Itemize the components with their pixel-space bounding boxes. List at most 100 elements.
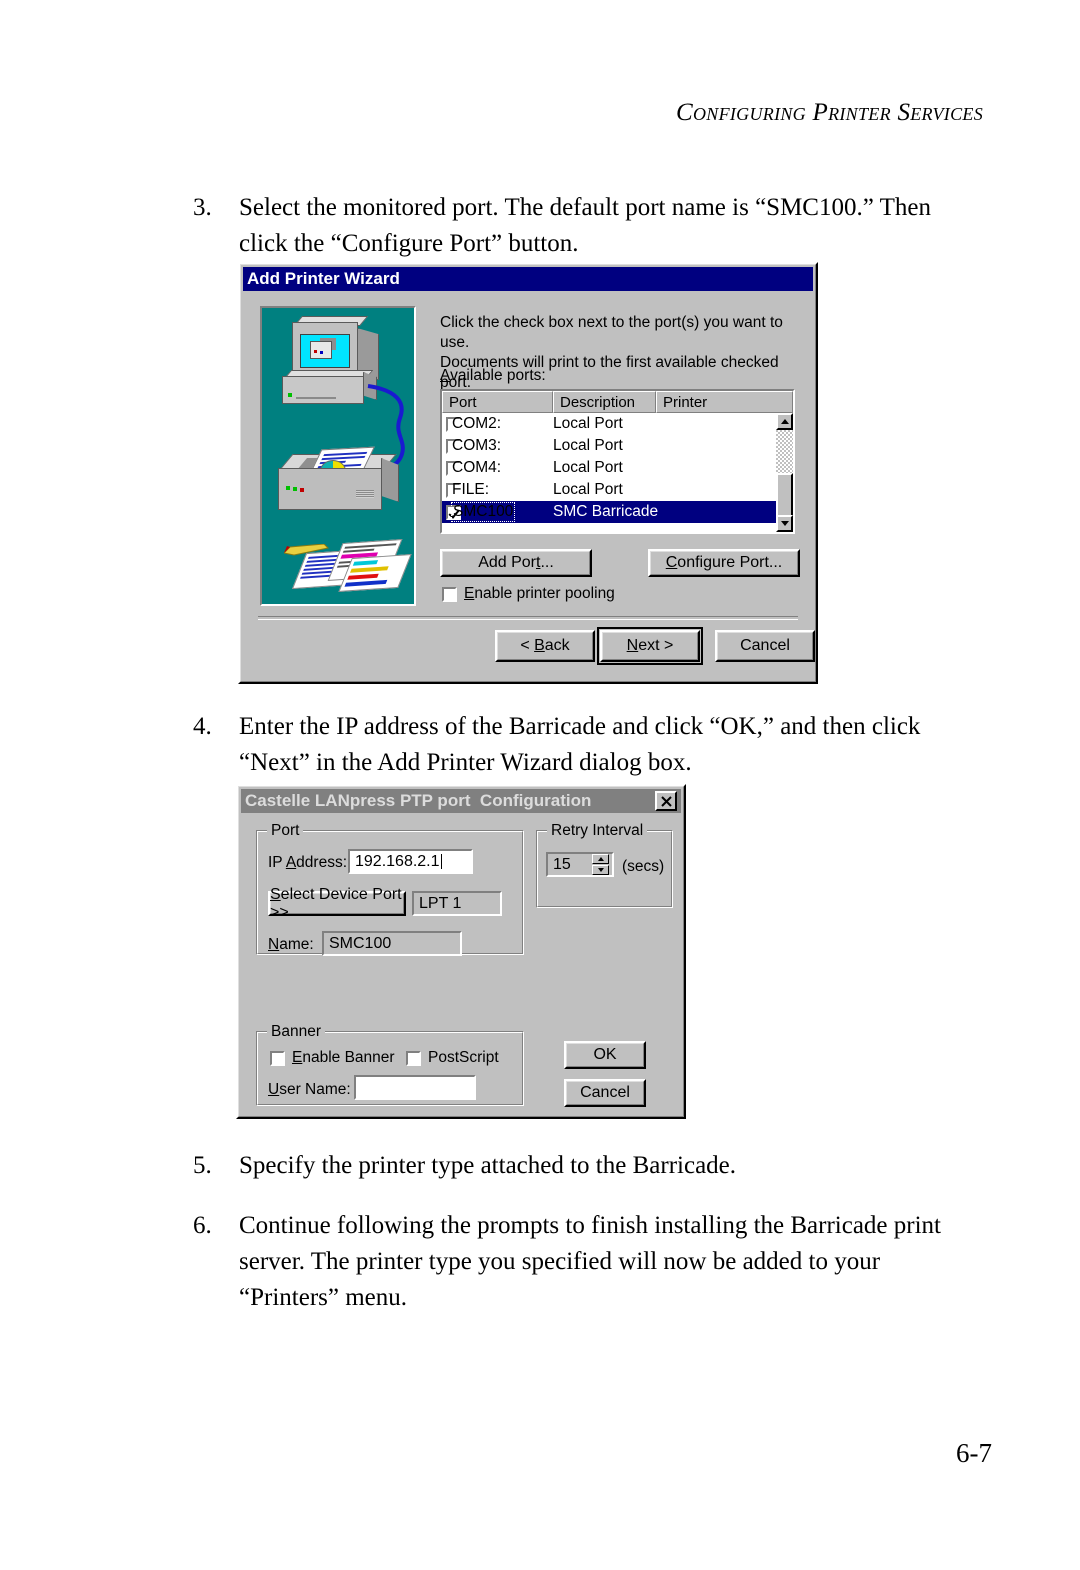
column-header-printer[interactable]: Printer xyxy=(656,391,793,413)
column-header-description[interactable]: Description xyxy=(553,391,656,413)
scroll-up-icon[interactable] xyxy=(776,413,793,430)
listbox-header: Port Description Printer xyxy=(442,391,793,413)
port-group-title: Port xyxy=(267,822,304,840)
back-button-label: < Back xyxy=(520,637,570,654)
row-port-cell: FILE: xyxy=(442,481,553,498)
ip-address-label: IP Address: xyxy=(268,854,348,871)
add-port-button[interactable]: Add Port... xyxy=(440,549,592,577)
table-row[interactable]: FILE: Local Port xyxy=(442,479,793,501)
printer-side-icon xyxy=(381,458,399,502)
device-port-field[interactable]: LPT 1 xyxy=(412,891,502,916)
add-port-button-label: Add Port... xyxy=(478,554,554,571)
listbox-rows: COM2: Local Port COM3: Local Port COM4: Local… xyxy=(442,413,793,523)
next-button-label: Next > xyxy=(626,637,674,654)
row-description-cell: SMC Barricade xyxy=(553,503,659,520)
step-4-number: 4. xyxy=(193,713,212,740)
step-6-number: 6. xyxy=(193,1212,212,1239)
retry-interval-units: (secs) xyxy=(622,858,665,875)
castelle-config-dialog: Castelle LANpress PTP port Configuration… xyxy=(236,784,686,1119)
enable-printer-pooling-label: Enable printer pooling xyxy=(464,585,615,602)
enable-banner-checkbox[interactable] xyxy=(270,1050,285,1066)
step-4-text: Enter the IP address of the Barricade an… xyxy=(239,713,921,776)
row-port-cell: COM4: xyxy=(442,459,553,476)
cpu-slot-icon xyxy=(296,397,336,399)
postscript-checkbox[interactable] xyxy=(406,1050,421,1066)
page-header: Configuring Printer Services xyxy=(676,99,983,126)
row-port-cell: SMC100 xyxy=(442,502,553,522)
ip-address-input[interactable]: 192.168.2.1 xyxy=(348,849,473,874)
close-icon[interactable] xyxy=(655,791,677,811)
retry-interval-group-title: Retry Interval xyxy=(547,822,648,840)
row-description-cell: Local Port xyxy=(553,415,623,432)
enable-printer-pooling-checkbox[interactable] xyxy=(442,586,457,602)
device-port-value: LPT 1 xyxy=(419,894,462,912)
screen-red-dot-icon xyxy=(314,350,317,353)
wizard-cancel-button[interactable]: Cancel xyxy=(715,630,815,662)
table-row[interactable]: COM4: Local Port xyxy=(442,457,793,479)
step-4: 4. Enter the IP address of the Barricade… xyxy=(193,709,959,781)
table-row[interactable]: COM2: Local Port xyxy=(442,413,793,435)
step-5: 5. Specify the printer type attached to … xyxy=(193,1148,736,1184)
config-titlebar: Castelle LANpress PTP port Configuration xyxy=(241,789,681,813)
spinner-down-icon[interactable] xyxy=(592,865,609,875)
page-number: 6-7 xyxy=(956,1438,992,1468)
cpu-body-icon xyxy=(282,376,364,404)
next-button[interactable]: Next > xyxy=(597,627,703,665)
printer-illustration xyxy=(260,306,416,606)
listbox-scrollbar[interactable] xyxy=(776,413,793,532)
step-3-number: 3. xyxy=(193,194,212,221)
step-5-number: 5. xyxy=(193,1152,212,1179)
port-name: FILE: xyxy=(452,481,490,498)
printer-led-red-icon xyxy=(300,488,304,492)
screen-blue-dot-icon xyxy=(320,351,323,354)
postscript-label: PostScript xyxy=(428,1049,499,1066)
scrollbar-thumb[interactable] xyxy=(776,473,793,521)
config-ok-button-label: OK xyxy=(593,1046,617,1063)
select-device-port-button[interactable]: Select Device Port >> xyxy=(268,886,406,921)
wizard-titlebar: Add Printer Wizard xyxy=(243,267,813,291)
row-port-cell: COM3: xyxy=(442,437,553,454)
text-caret xyxy=(440,854,442,869)
select-device-port-button-label: Select Device Port >> xyxy=(270,885,402,921)
back-button[interactable]: < Back xyxy=(495,630,595,662)
config-ok-button[interactable]: OK xyxy=(564,1041,646,1069)
user-name-input[interactable] xyxy=(354,1075,476,1100)
config-title: Castelle LANpress PTP port Configuration xyxy=(245,791,592,810)
add-printer-wizard-dialog: Add Printer Wizard Click the check box n… xyxy=(238,262,818,684)
retry-interval-spinner[interactable] xyxy=(592,854,609,875)
configure-port-button-label: Configure Port... xyxy=(665,554,783,571)
enable-banner-row[interactable]: Enable Banner xyxy=(270,1049,395,1067)
step-5-text: Specify the printer type attached to the… xyxy=(239,1152,737,1179)
step-6: 6. Continue following the prompts to fin… xyxy=(193,1208,959,1316)
available-ports-listbox[interactable]: Port Description Printer COM2: Local Port… xyxy=(440,389,795,534)
printer-grill-icon xyxy=(356,490,374,498)
step-3-text: Select the monitored port. The default p… xyxy=(239,194,931,257)
printer-led-green1-icon xyxy=(286,486,290,490)
wizard-instruction-line1: Click the check box next to the port(s) … xyxy=(440,314,783,351)
ip-address-value: 192.168.2.1 xyxy=(355,852,440,870)
row-description-cell: Local Port xyxy=(553,437,623,454)
spinner-up-icon[interactable] xyxy=(592,854,609,864)
scroll-down-icon[interactable] xyxy=(776,515,793,532)
column-header-port[interactable]: Port xyxy=(442,391,553,413)
row-port-cell: COM2: xyxy=(442,415,553,432)
user-name-label: User Name: xyxy=(268,1081,351,1098)
postscript-row[interactable]: PostScript xyxy=(406,1049,499,1067)
available-ports-label-rest: vailable ports: xyxy=(450,367,546,384)
printer-led-green2-icon xyxy=(293,487,297,491)
table-row[interactable]: COM3: Local Port xyxy=(442,435,793,457)
name-field[interactable]: SMC100 xyxy=(322,931,462,956)
enable-banner-label: Enable Banner xyxy=(292,1049,395,1066)
wizard-title: Add Printer Wizard xyxy=(247,269,400,288)
row-description-cell: Local Port xyxy=(553,481,623,498)
table-row[interactable]: SMC100 SMC Barricade xyxy=(442,501,793,523)
name-label: Name: xyxy=(268,936,314,953)
row-description-cell: Local Port xyxy=(553,459,623,476)
port-name: COM2: xyxy=(452,415,502,432)
port-name: COM4: xyxy=(452,459,502,476)
configure-port-button[interactable]: Configure Port... xyxy=(648,549,800,577)
retry-interval-value: 15 xyxy=(553,855,571,873)
enable-printer-pooling-row[interactable]: Enable printer pooling xyxy=(442,585,615,603)
config-cancel-button[interactable]: Cancel xyxy=(564,1079,646,1107)
cpu-led-icon xyxy=(288,393,292,397)
